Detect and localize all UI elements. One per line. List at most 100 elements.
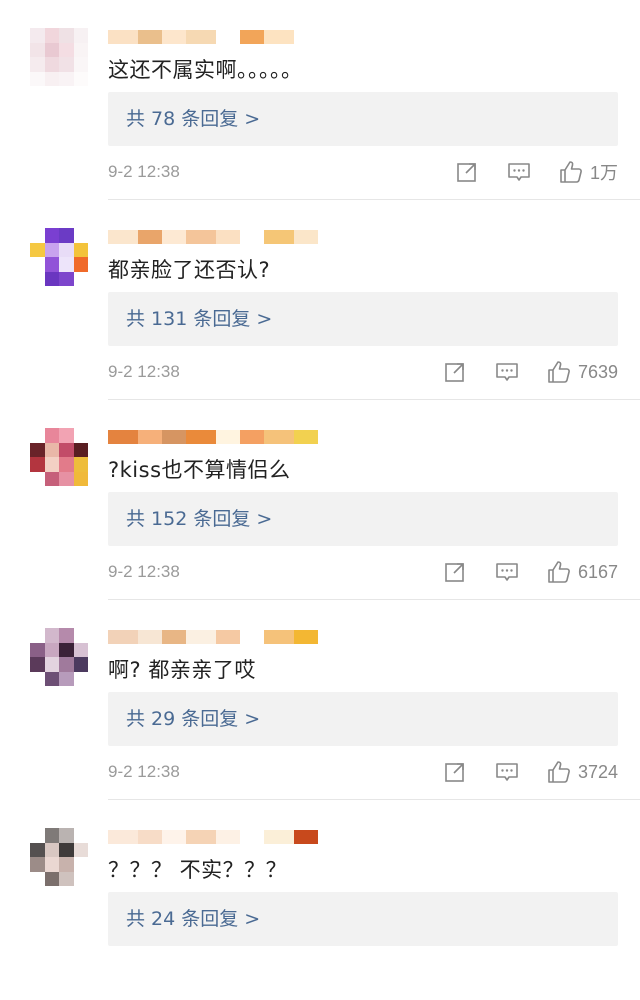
avatar-pixel — [73, 842, 88, 857]
avatar-pixel — [44, 242, 59, 257]
avatar-pixel — [59, 857, 74, 872]
comment-icon[interactable] — [506, 159, 532, 185]
name-pixel — [186, 230, 216, 244]
like-icon[interactable] — [546, 359, 572, 385]
share-icon[interactable] — [442, 759, 468, 785]
avatar-pixel — [30, 428, 45, 443]
name-pixel — [162, 630, 186, 644]
avatar[interactable] — [30, 628, 88, 686]
avatar-pixel — [30, 57, 45, 72]
username-blurred[interactable] — [108, 830, 328, 844]
comment-icon[interactable] — [494, 559, 520, 585]
name-pixel — [108, 630, 138, 644]
avatar-pixel — [30, 457, 45, 472]
avatar-pixel — [73, 28, 88, 43]
name-pixel — [240, 830, 264, 844]
view-replies-button[interactable]: 共 131 条回复 > — [108, 292, 618, 346]
avatar-pixel — [59, 28, 74, 43]
avatar-pixel — [30, 657, 45, 672]
avatar-pixel — [59, 828, 74, 843]
avatar-pixel — [73, 871, 88, 886]
avatar-pixel — [59, 671, 74, 686]
comment-icon[interactable] — [494, 359, 520, 385]
avatar-pixel — [59, 42, 74, 57]
like-icon[interactable] — [546, 759, 572, 785]
share-icon[interactable] — [442, 559, 468, 585]
avatar-pixel — [59, 457, 74, 472]
comment-timestamp: 9-2 12:38 — [108, 762, 180, 781]
avatar-pixel — [59, 428, 74, 443]
avatar-pixel — [44, 71, 59, 86]
avatar-pixel — [73, 242, 88, 257]
avatar-pixel — [30, 871, 45, 886]
name-pixel — [138, 430, 162, 444]
avatar-pixel — [44, 842, 59, 857]
like-count: 1万 — [589, 163, 618, 183]
comment-item: ？？？ 不实？？？ 共 24 条回复 > — [0, 800, 640, 1000]
share-icon[interactable] — [454, 159, 480, 185]
view-replies-button[interactable]: 共 29 条回复 > — [108, 692, 618, 746]
avatar-pixel — [73, 657, 88, 672]
name-pixel — [108, 830, 138, 844]
like-count: 6167 — [577, 561, 618, 582]
avatar-pixel — [44, 642, 59, 657]
avatar-pixel — [59, 871, 74, 886]
avatar-pixel — [44, 457, 59, 472]
comment-text: 这还不属实啊。。。。。 — [108, 58, 303, 82]
avatar[interactable] — [30, 228, 88, 286]
username-blurred[interactable] — [108, 630, 328, 644]
comment-text: 都亲脸了还否认? — [108, 258, 271, 282]
comment-icon[interactable] — [494, 759, 520, 785]
view-replies-button[interactable]: 共 152 条回复 > — [108, 492, 618, 546]
avatar[interactable] — [30, 428, 88, 486]
avatar-pixel — [30, 842, 45, 857]
avatar-pixel — [73, 271, 88, 286]
avatar-pixel — [44, 871, 59, 886]
comment-text: ?kiss也不算情侣么 — [108, 458, 291, 482]
like-icon[interactable] — [558, 159, 584, 185]
avatar[interactable] — [30, 28, 88, 86]
name-pixel — [162, 230, 186, 244]
comment-timestamp: 9-2 12:38 — [108, 562, 180, 581]
avatar-pixel — [59, 442, 74, 457]
name-pixel — [264, 630, 294, 644]
username-blurred[interactable] — [108, 230, 328, 244]
avatar-pixel — [59, 71, 74, 86]
name-pixel — [162, 30, 186, 44]
avatar-pixel — [59, 628, 74, 643]
name-pixel — [240, 430, 264, 444]
username-blurred[interactable] — [108, 430, 328, 444]
avatar-pixel — [44, 57, 59, 72]
avatar-pixel — [44, 271, 59, 286]
comment-timestamp: 9-2 12:38 — [108, 162, 180, 181]
name-pixel — [216, 430, 240, 444]
avatar-pixel — [30, 857, 45, 872]
avatar-pixel — [44, 857, 59, 872]
share-icon[interactable] — [442, 359, 468, 385]
name-pixel — [294, 630, 318, 644]
comment-actions: 3724 — [442, 758, 618, 786]
name-pixel — [240, 630, 264, 644]
avatar[interactable] — [30, 828, 88, 886]
view-replies-button[interactable]: 共 78 条回复 > — [108, 92, 618, 146]
name-pixel — [186, 830, 216, 844]
avatar-pixel — [30, 228, 45, 243]
avatar-pixel — [44, 42, 59, 57]
name-pixel — [186, 630, 216, 644]
view-replies-button[interactable]: 共 24 条回复 > — [108, 892, 618, 946]
username-blurred[interactable] — [108, 30, 328, 44]
avatar-pixel — [73, 57, 88, 72]
avatar-pixel — [30, 242, 45, 257]
comment-actions: 1万 — [454, 158, 618, 186]
name-pixel — [108, 230, 138, 244]
avatar-pixel — [59, 228, 74, 243]
avatar-pixel — [73, 42, 88, 57]
avatar-pixel — [44, 442, 59, 457]
avatar-pixel — [59, 271, 74, 286]
like-icon[interactable] — [546, 559, 572, 585]
avatar-pixel — [30, 271, 45, 286]
avatar-pixel — [44, 228, 59, 243]
comment-timestamp: 9-2 12:38 — [108, 362, 180, 381]
like-count: 7639 — [577, 361, 618, 382]
name-pixel — [264, 430, 294, 444]
